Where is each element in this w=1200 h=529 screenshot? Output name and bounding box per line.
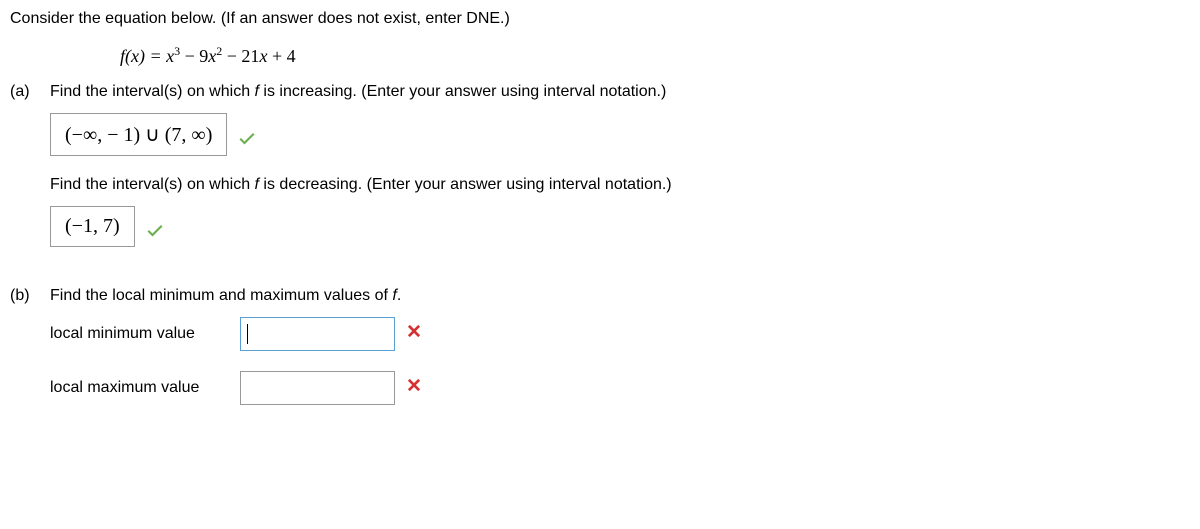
local-min-label: local minimum value: [50, 325, 240, 343]
equation-lhs: f(x) =: [120, 46, 166, 66]
local-max-label: local maximum value: [50, 379, 240, 397]
check-icon: [145, 220, 165, 246]
part-a-question-1: Find the interval(s) on which f is incre…: [50, 83, 1190, 101]
part-a-label: (a): [10, 83, 50, 267]
check-icon: [237, 128, 257, 154]
cross-icon: [405, 376, 423, 400]
cross-icon: [405, 322, 423, 346]
text-cursor-icon: [247, 324, 248, 344]
part-a-question-2: Find the interval(s) on which f is decre…: [50, 176, 1190, 194]
answer-increasing[interactable]: (−∞, − 1) ∪ (7, ∞): [50, 113, 227, 156]
part-a: (a) Find the interval(s) on which f is i…: [10, 83, 1190, 267]
answer-decreasing[interactable]: (−1, 7): [50, 206, 135, 247]
equation-display: f(x) = x3 − 9x2 − 21x + 4: [120, 44, 1190, 67]
part-b-question: Find the local minimum and maximum value…: [50, 287, 1190, 305]
local-max-input[interactable]: [240, 371, 395, 405]
local-min-input[interactable]: [240, 317, 395, 351]
intro-text: Consider the equation below. (If an answ…: [10, 10, 1190, 28]
part-b-label: (b): [10, 287, 50, 425]
part-b: (b) Find the local minimum and maximum v…: [10, 287, 1190, 425]
